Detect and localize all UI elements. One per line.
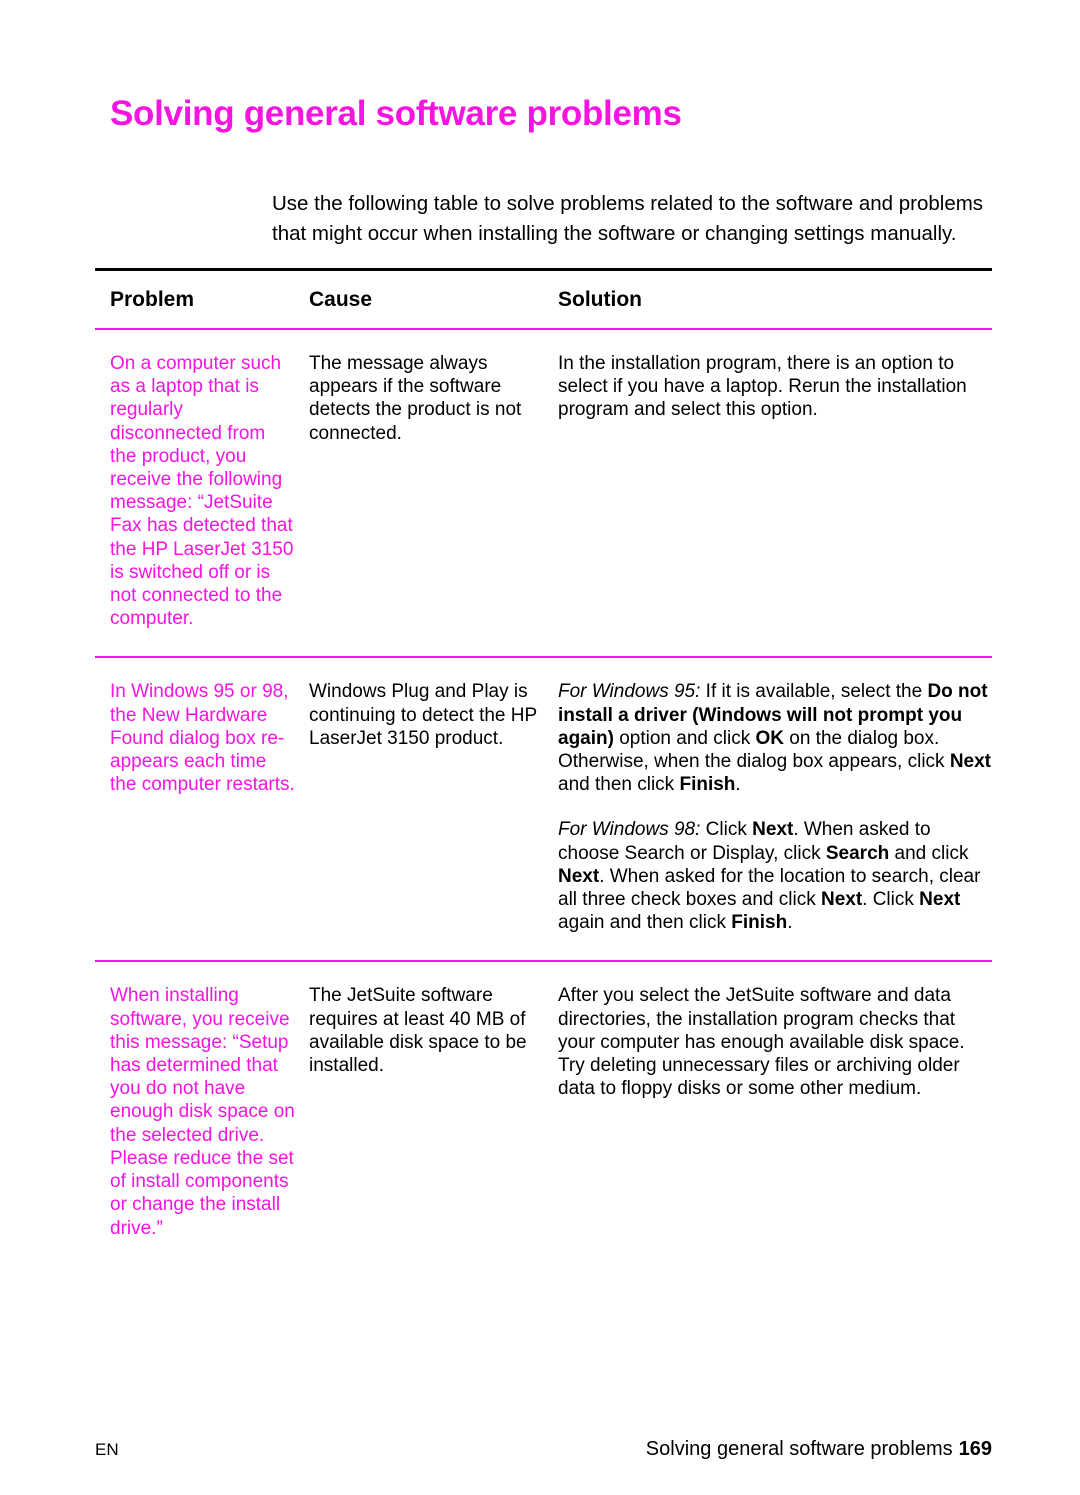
emphasis-bold: Next: [820, 889, 863, 911]
cell-cause: The JetSuite software requires at least …: [309, 985, 527, 1077]
solution-paragraph: For Windows 95: If it is available, sele…: [558, 680, 992, 796]
text-run: and then click: [558, 774, 680, 796]
text-run: .: [787, 912, 793, 934]
cell-solution: For Windows 95: If it is available, sele…: [558, 680, 992, 934]
column-header-problem: Problem: [110, 288, 195, 311]
footer-running-head: Solving general software problems 169: [646, 1438, 992, 1461]
page-title: Solving general software problems: [110, 94, 682, 134]
table-header-row: Problem Cause Solution: [95, 271, 992, 328]
table-row: On a computer such as a laptop that is r…: [95, 330, 992, 656]
cell-solution: After you select the JetSuite software a…: [558, 984, 992, 1239]
footer-language: EN: [95, 1440, 119, 1459]
solution-paragraph: After you select the JetSuite software a…: [558, 984, 992, 1100]
emphasis-bold: Next: [558, 865, 600, 887]
cell-problem: When installing software, you receive th…: [110, 985, 295, 1239]
cell-problem: In Windows 95 or 98, the New Hardware Fo…: [110, 681, 295, 796]
emphasis-bold: Next: [919, 889, 961, 911]
emphasis-bold: Search: [825, 842, 890, 864]
text-run: . Click: [862, 889, 920, 911]
emphasis-bold: OK: [755, 727, 784, 749]
troubleshooting-table: Problem Cause Solution On a computer suc…: [95, 268, 992, 1266]
text-run: Click: [700, 819, 753, 841]
cell-cause: Windows Plug and Play is continuing to d…: [309, 681, 537, 749]
solution-paragraph: For Windows 98: Click Next. When asked t…: [558, 818, 992, 934]
text-run: If it is available, select the: [700, 681, 928, 703]
text-run: and click: [889, 842, 969, 864]
intro-paragraph: Use the following table to solve problem…: [272, 191, 984, 245]
footer-page-number: 169: [958, 1438, 992, 1460]
column-header-cause: Cause: [309, 288, 373, 311]
cell-solution: In the installation program, there is an…: [558, 352, 992, 630]
document-page: Solving general software problems Use th…: [0, 0, 1080, 1495]
emphasis-bold: Finish: [731, 912, 788, 934]
emphasis-italic: For Windows 98:: [558, 819, 701, 841]
emphasis-bold: Next: [752, 819, 794, 841]
text-run: In the installation program, there is an…: [558, 353, 967, 421]
text-run: again and then click: [558, 912, 732, 934]
table-row: In Windows 95 or 98, the New Hardware Fo…: [95, 658, 992, 960]
footer-running-title: Solving general software problems: [645, 1438, 953, 1460]
emphasis-italic: For Windows 95:: [558, 681, 701, 703]
cell-cause: The message always appears if the softwa…: [309, 353, 522, 444]
page-footer: EN Solving general software problems 169: [95, 1438, 992, 1461]
emphasis-bold: Finish: [679, 774, 736, 796]
text-run: After you select the JetSuite software a…: [558, 985, 965, 1100]
emphasis-bold: Next: [949, 751, 992, 773]
column-header-solution: Solution: [558, 288, 642, 311]
solution-paragraph: In the installation program, there is an…: [558, 352, 992, 422]
table-row: When installing software, you receive th…: [95, 962, 992, 1265]
table-body: On a computer such as a laptop that is r…: [95, 328, 992, 1266]
cell-problem: On a computer such as a laptop that is r…: [110, 353, 294, 630]
text-run: option and click: [613, 727, 756, 749]
text-run: .: [735, 774, 741, 796]
